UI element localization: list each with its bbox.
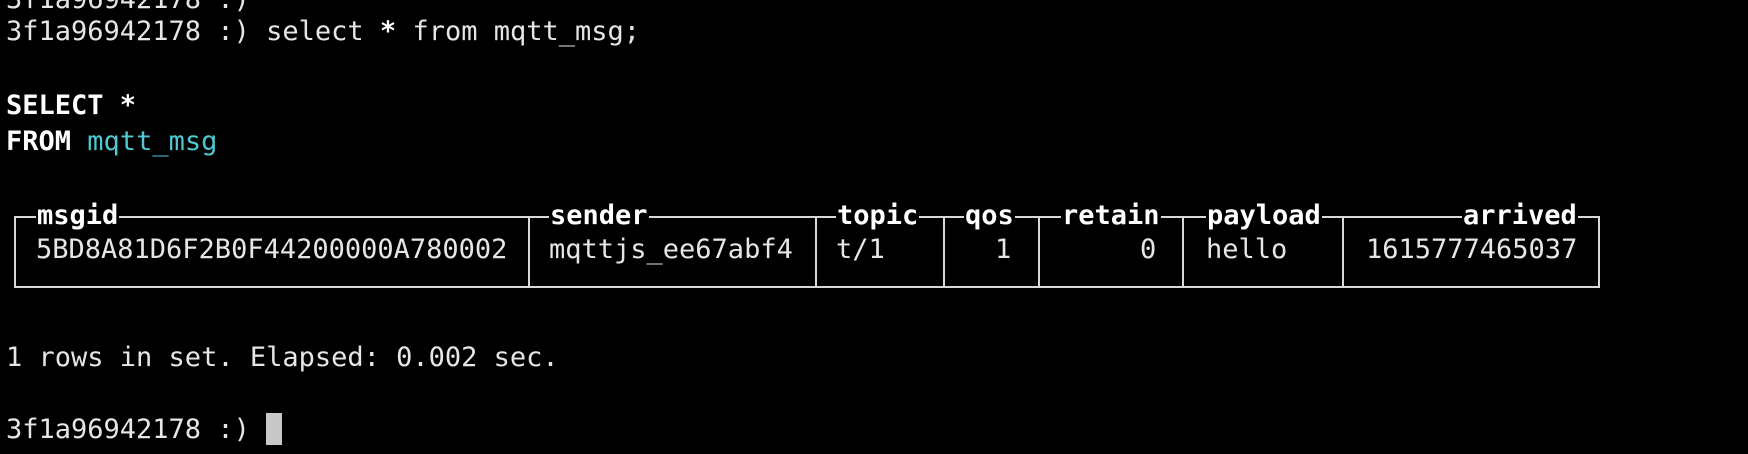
cell-msgid: 5BD8A81D6F2B0F44200000A780002 <box>36 234 508 265</box>
command-line: 3f1a96942178 :) select * from mqtt_msg; <box>6 14 640 50</box>
column-separator <box>528 218 530 286</box>
column-header-msgid: msgid <box>36 198 120 234</box>
text-cursor <box>266 412 283 445</box>
cell-topic: t/1 <box>836 234 885 265</box>
cell-qos: 1 <box>995 234 1012 265</box>
echo-select-line: SELECT * <box>6 90 137 121</box>
cell-payload: hello <box>1206 234 1288 265</box>
column-header-topic: topic <box>836 198 920 234</box>
column-header-sender: sender <box>549 198 649 234</box>
column-separator <box>815 218 817 286</box>
command-keyword-select: select <box>266 16 364 47</box>
cell-retain: 0 <box>1140 234 1157 265</box>
input-prompt-line[interactable]: 3f1a96942178 :) <box>6 412 283 448</box>
cell-sender: mqttjs_ee67abf4 <box>549 234 793 265</box>
echo-from-keyword: FROM <box>6 126 72 157</box>
command-star: * <box>379 16 397 47</box>
column-header-retain: retain <box>1061 198 1161 234</box>
echo-from-line: FROM mqtt_msg <box>6 124 217 160</box>
command-rest: from mqtt_msg; <box>412 16 641 47</box>
column-header-arrived: arrived <box>1462 198 1578 234</box>
column-header-payload: payload <box>1206 198 1322 234</box>
column-separator <box>1038 218 1040 286</box>
column-separator <box>1342 218 1344 286</box>
column-header-qos: qos <box>964 198 1015 234</box>
prompt-text: 3f1a96942178 :) <box>6 414 250 445</box>
status-line: 1 rows in set. Elapsed: 0.002 sec. <box>6 342 559 373</box>
cell-arrived: 1615777465037 <box>1366 234 1578 265</box>
column-separator <box>1182 218 1184 286</box>
echo-table-name: mqtt_msg <box>87 126 218 157</box>
result-table: msgid sender topic qos retain payload ar… <box>14 198 1600 288</box>
prompt-text: 3f1a96942178 :) <box>6 16 250 47</box>
column-separator <box>943 218 945 286</box>
